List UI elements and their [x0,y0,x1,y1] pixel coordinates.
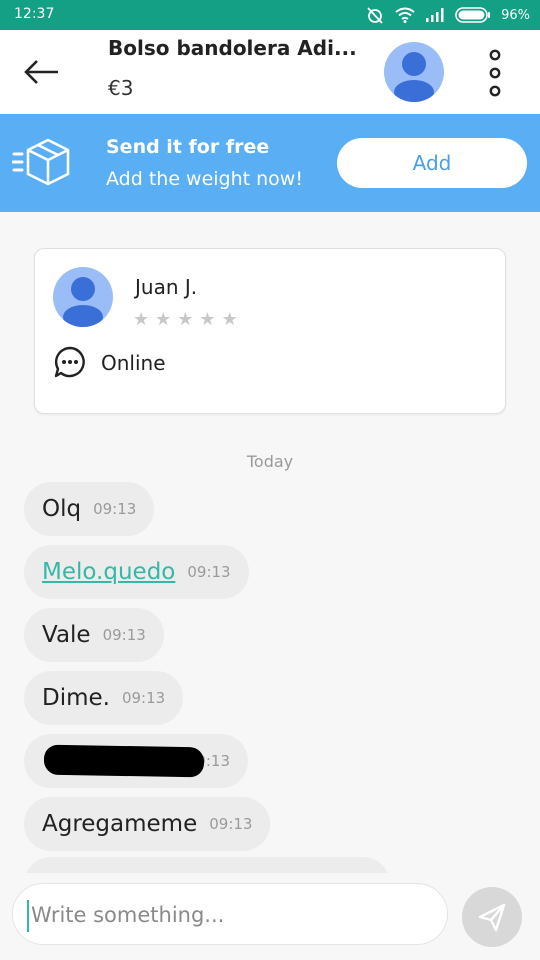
signal-icon [426,8,444,22]
star-icon: ★ [155,309,172,330]
send-icon [478,903,506,932]
status-time: 12:37 [14,6,55,22]
star-icon: ★ [133,309,150,330]
user-icon [63,277,103,327]
chat-bubble-icon [54,346,85,378]
message-input[interactable] [29,884,433,946]
shipping-banner: Send it for free Add the weight now! Add [0,114,540,212]
star-icon: ★ [177,309,194,330]
message-bubble[interactable]: Olq 09:13 [24,482,155,536]
star-icon: ★ [221,309,238,330]
wifi-icon [395,7,415,23]
banner-subtitle: Add the weight now! [106,168,303,190]
rating-stars: ★ ★ ★ ★ ★ [133,309,238,330]
seller-card-avatar[interactable] [53,267,113,327]
message-text: Dime. [42,685,110,711]
battery-icon [455,7,491,23]
banner-title: Send it for free [106,136,270,158]
status-bar: 12:37 96% [0,0,540,30]
message-bubble[interactable]: Vale 09:13 [24,608,164,662]
message-text: Olq [42,496,82,522]
message-input-wrapper[interactable] [12,883,448,946]
star-icon: ★ [199,309,216,330]
seller-status: Online [101,351,166,375]
back-arrow-icon[interactable] [22,52,62,92]
message-time: 09:13 [187,563,231,581]
redaction-mark [44,744,204,778]
message-bubble[interactable]: Melo.quedo 09:13 [24,545,249,599]
seller-name[interactable]: Juan J. [135,275,197,299]
seller-avatar[interactable] [384,42,444,102]
item-title[interactable]: Bolso bandolera Adi... [108,36,370,60]
more-options-icon[interactable] [484,48,506,98]
message-link[interactable]: Melo.quedo [42,559,175,585]
alarm-off-icon [367,7,383,24]
message-bubble[interactable]: Agregameme 09:13 [24,797,271,851]
send-button[interactable] [462,887,522,947]
item-price: €3 [108,76,134,100]
message-time: 09:13 [93,500,137,518]
battery-level: 96% [501,7,530,23]
message-time: 09:13 [102,626,146,644]
package-icon [12,138,70,186]
add-weight-button[interactable]: Add [337,138,527,188]
date-separator: Today [246,452,294,471]
header: Bolso bandolera Adi... €3 [0,30,540,114]
message-text: Agregameme [42,811,198,837]
composer-bar [0,873,540,960]
user-icon [394,52,434,102]
seller-card[interactable]: Juan J. ★ ★ ★ ★ ★ Online [34,248,506,414]
message-time: 09:13 [209,815,253,833]
message-bubble[interactable]: Dime. 09:13 [24,671,184,725]
status-icons: 96% [365,6,530,24]
message-text: Vale [42,622,91,648]
message-time: 09:13 [121,689,166,707]
